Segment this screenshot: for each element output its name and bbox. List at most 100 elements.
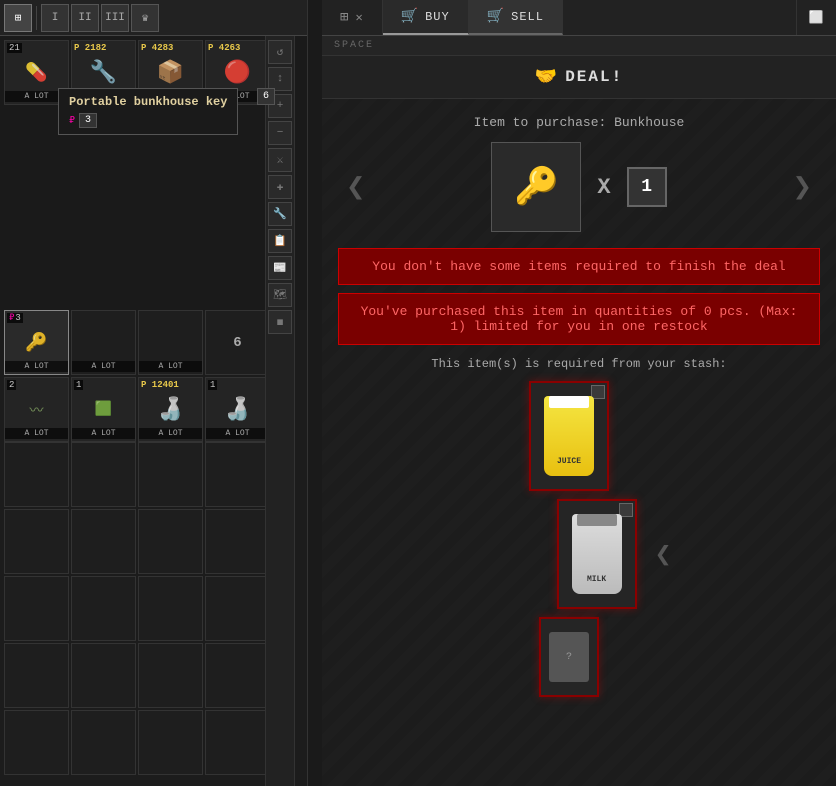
tab-sell[interactable]: 🛒 SELL xyxy=(469,0,563,35)
top-toolbar: ⊞ I II III ♛ xyxy=(0,0,307,36)
deal-header: 🤝 DEAL! xyxy=(322,56,836,99)
inv-cell-e12[interactable] xyxy=(205,576,270,641)
inv-cell-e18[interactable] xyxy=(71,710,136,775)
inv-cell-e13[interactable] xyxy=(4,643,69,708)
wrench-icon-btn[interactable]: 🔧 xyxy=(268,202,292,226)
cell-label-food-bag: A LOT xyxy=(72,428,135,439)
inv-cell-e8[interactable] xyxy=(205,509,270,574)
quantity-box[interactable]: 1 xyxy=(627,167,667,207)
cell-label-rope: A LOT xyxy=(5,428,68,439)
milk-visual: MILK xyxy=(572,514,622,594)
clipboard-icon-btn[interactable]: 📋 xyxy=(268,229,292,253)
inventory-grid-empty xyxy=(0,440,307,777)
purchase-row: ❮ 🔑 X 1 ❯ xyxy=(338,142,820,232)
tab-grid-icon2: ✕ xyxy=(355,10,363,25)
space-label: SPACE xyxy=(334,40,374,51)
sword-icon-btn[interactable]: ⚔ xyxy=(268,148,292,172)
req-nav-arrow-left[interactable]: ❮ xyxy=(655,537,672,572)
cell-count-key: ₽ 3 xyxy=(7,313,23,323)
inv-cell-food-bag[interactable]: 1 🟩 A LOT xyxy=(71,377,136,442)
inventory-grid-row3: 2 〰 A LOT 1 🟩 A LOT P 12401 🍶 A LOT 1 🍶 … xyxy=(0,375,307,440)
inv-cell-tape2[interactable]: P 4283 📦 A LOT xyxy=(138,40,203,105)
cross-icon-btn[interactable]: ✚ xyxy=(268,175,292,199)
handshake-icon: 🤝 xyxy=(535,66,557,88)
inv-cell-e9[interactable] xyxy=(4,576,69,641)
grid-view-btn[interactable]: ⊞ xyxy=(4,4,32,32)
cell-count-food-bag: 1 xyxy=(74,380,83,390)
inv-badge-6: 6 xyxy=(233,335,241,351)
item-box-key[interactable]: 🔑 xyxy=(491,142,581,232)
refresh-icon-btn[interactable]: ↺ xyxy=(268,40,292,64)
space-bar: SPACE xyxy=(322,36,836,56)
tab-buy[interactable]: 🛒 BUY xyxy=(383,0,469,35)
req-item-row-1: JUICE xyxy=(459,381,699,491)
crown-btn[interactable]: ♛ xyxy=(131,4,159,32)
tooltip-badge: 6 xyxy=(257,88,275,105)
sort-btn-2[interactable]: II xyxy=(71,4,99,32)
tab-grid[interactable]: ⊞ ✕ xyxy=(322,0,383,35)
map-icon-btn[interactable]: 🗺 xyxy=(268,283,292,307)
inv-cell-e17[interactable] xyxy=(4,710,69,775)
minus-icon-btn[interactable]: − xyxy=(268,121,292,145)
multiply-sign: X xyxy=(597,175,610,200)
cell-label-empty2: A LOT xyxy=(139,361,202,372)
inv-cell-key[interactable]: ₽ 3 🔑 A LOT xyxy=(4,310,69,375)
juice-visual: JUICE xyxy=(544,396,594,476)
deal-area: Item to purchase: Bunkhouse ❮ 🔑 X 1 ❯ Yo… xyxy=(322,99,836,786)
sort-btn-3[interactable]: III xyxy=(101,4,129,32)
sort-btn-1[interactable]: I xyxy=(41,4,69,32)
inv-cell-e5[interactable] xyxy=(4,509,69,574)
item-icon-tape2: 📦 xyxy=(157,60,184,86)
inv-cell-tape1[interactable]: P 2182 🔧 A LOT xyxy=(71,40,136,105)
item-icon-water1: 🍶 xyxy=(157,397,184,423)
right-panel: ⊞ ✕ 🛒 BUY 🛒 SELL ⬜ SPACE 🤝 DEAL! Item to… xyxy=(322,0,836,786)
inv-cell-e2[interactable] xyxy=(71,442,136,507)
inv-cell-e15[interactable] xyxy=(138,643,203,708)
cell-count-water2: 1 xyxy=(208,380,217,390)
inventory-grid-row1: 21 💊 A LOT P 2182 🔧 A LOT P 4283 📦 A LOT… xyxy=(0,36,307,310)
inv-cell-e19[interactable] xyxy=(138,710,203,775)
inv-cell-e6[interactable] xyxy=(71,509,136,574)
cell-price-tape1: P 2182 xyxy=(74,43,106,53)
layers-icon-btn[interactable]: ◼ xyxy=(268,310,292,334)
cart-icon: 🛒 xyxy=(401,8,419,25)
deal-title: DEAL! xyxy=(565,68,623,86)
req-item-placeholder[interactable]: ? xyxy=(539,617,599,697)
document-icon-btn[interactable]: 📰 xyxy=(268,256,292,280)
inv-cell-water2[interactable]: 1 🍶 A LOT xyxy=(205,377,270,442)
nav-arrow-right[interactable]: ❯ xyxy=(793,167,812,207)
error-box-items: You don't have some items required to fi… xyxy=(338,248,820,285)
inv-cell-empty3[interactable]: 6 xyxy=(205,310,270,375)
nav-arrow-left[interactable]: ❮ xyxy=(346,167,365,207)
inv-cell-e16[interactable] xyxy=(205,643,270,708)
tab-end[interactable]: ⬜ xyxy=(796,0,836,35)
item-icon-tape1: 🔧 xyxy=(90,60,117,86)
item-icon-water2: 🍶 xyxy=(224,397,251,423)
inv-cell-rope[interactable]: 2 〰 A LOT xyxy=(4,377,69,442)
inv-cell-e14[interactable] xyxy=(71,643,136,708)
req-item-milk[interactable]: MILK xyxy=(557,499,637,609)
inv-cell-e1[interactable] xyxy=(4,442,69,507)
inv-cell-e3[interactable] xyxy=(138,442,203,507)
inv-cell-water1[interactable]: P 12401 🍶 A LOT xyxy=(138,377,203,442)
cell-label-empty1: A LOT xyxy=(72,361,135,372)
inv-cell-e11[interactable] xyxy=(138,576,203,641)
req-item-row-3: ? xyxy=(469,617,689,697)
inv-cell-empty1[interactable]: A LOT xyxy=(71,310,136,375)
cell-price-water1: P 12401 xyxy=(141,380,179,390)
inv-cell-empty2[interactable]: A LOT xyxy=(138,310,203,375)
left-panel: ⊞ I II III ♛ 21 💊 A LOT P 2182 🔧 A LOT P… xyxy=(0,0,308,786)
item-icon-key: 🔑 xyxy=(25,332,47,354)
req-item-row-2: MILK ❮ xyxy=(487,499,672,609)
inv-cell-e10[interactable] xyxy=(71,576,136,641)
req-item-juice[interactable]: JUICE xyxy=(529,381,609,491)
cell-count-pills: 21 xyxy=(7,43,22,53)
required-items-list: JUICE MILK ❮ xyxy=(338,381,820,697)
inv-cell-e20[interactable] xyxy=(205,710,270,775)
inv-cell-e7[interactable] xyxy=(138,509,203,574)
inv-cell-e4[interactable] xyxy=(205,442,270,507)
inv-cell-pills[interactable]: 21 💊 A LOT xyxy=(4,40,69,105)
item-to-purchase-label: Item to purchase: Bunkhouse xyxy=(338,115,820,130)
cell-count-rope: 2 xyxy=(7,380,16,390)
cell-label-water2: A LOT xyxy=(206,428,269,439)
